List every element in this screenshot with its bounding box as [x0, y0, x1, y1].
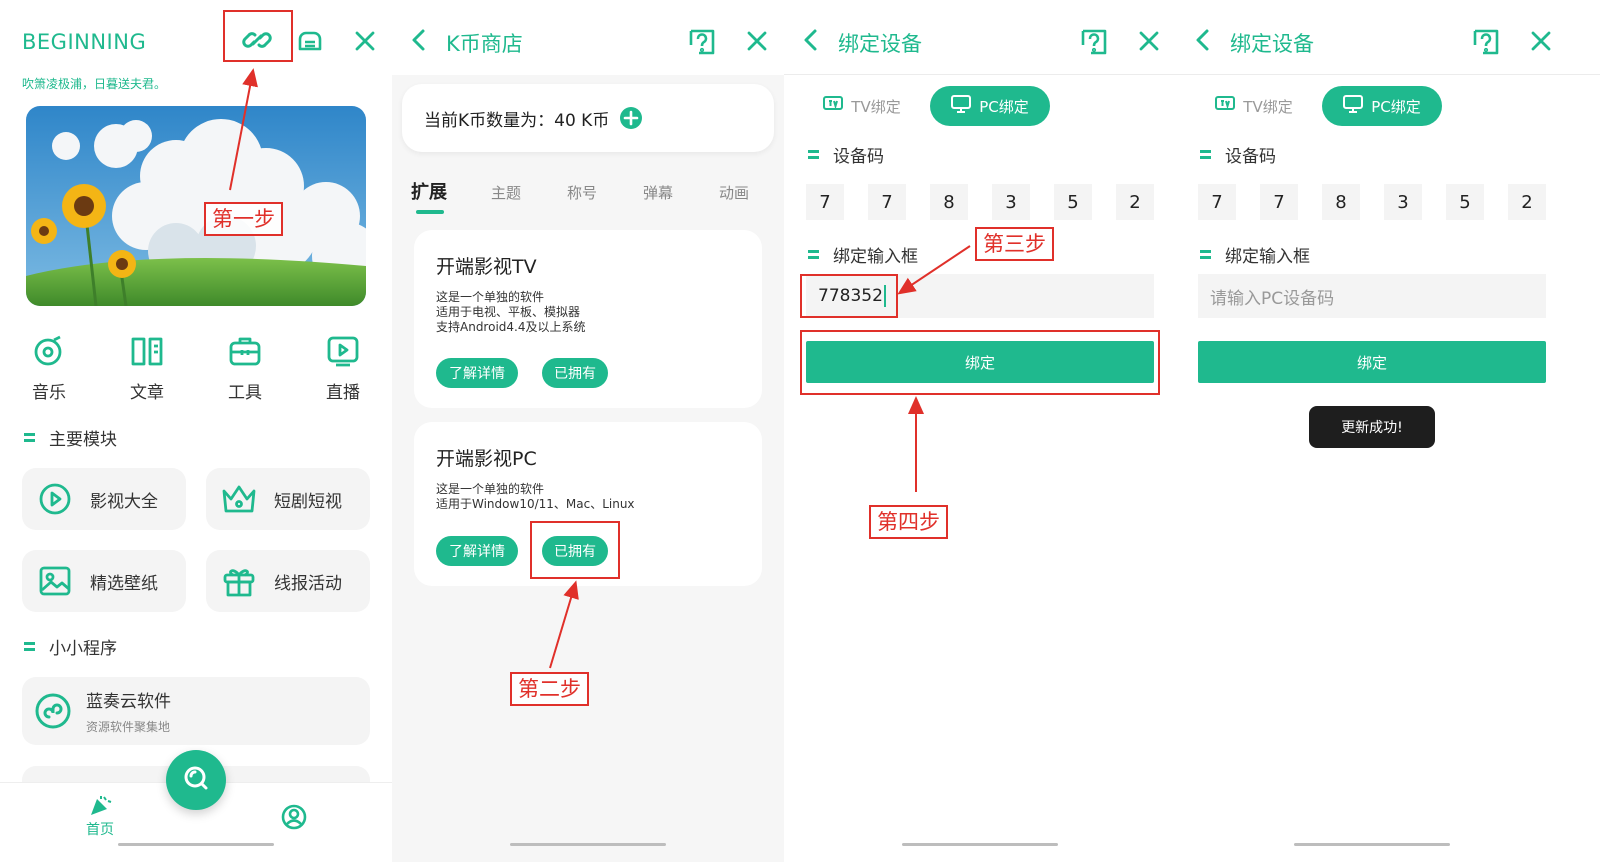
step1-arrow	[229, 68, 258, 191]
step2-arrow	[549, 580, 579, 669]
step4-label: 第四步	[869, 505, 948, 539]
step3-arrow	[897, 245, 971, 295]
screenshot-collage: BEGINNING 吹箫凌极浦，日暮送夫君。 音乐 文章 工具 直播 主要模块 …	[0, 0, 1600, 862]
step3-label: 第三步	[975, 227, 1054, 261]
annotation-arrows	[229, 68, 971, 669]
step2-highlight	[530, 521, 620, 579]
step4-highlight	[800, 330, 1160, 395]
step3-highlight	[800, 274, 898, 318]
step2-label: 第二步	[510, 672, 589, 706]
step1-label: 第一步	[204, 202, 283, 236]
step1-highlight	[223, 10, 293, 62]
